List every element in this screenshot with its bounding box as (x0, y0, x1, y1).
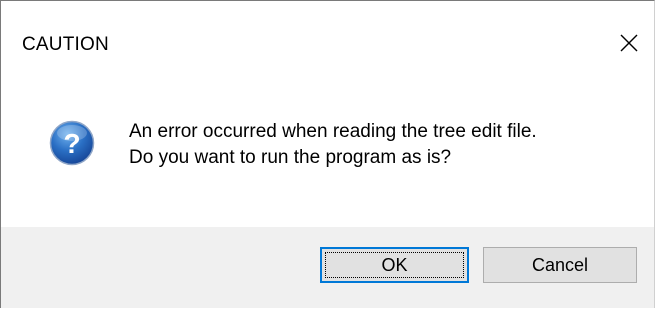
message-line-2: Do you want to run the program as is? (129, 147, 452, 168)
message-line-1: An error occurred when reading the tree … (129, 121, 537, 142)
ok-button[interactable]: OK (320, 247, 469, 283)
close-icon (620, 34, 638, 52)
cancel-button[interactable]: Cancel (483, 247, 637, 283)
close-button[interactable] (611, 25, 651, 61)
dialog-message: An error occurred when reading the tree … (129, 119, 537, 171)
button-bar: OK Cancel (1, 227, 654, 308)
cancel-button-label: Cancel (531, 254, 589, 275)
title-bar: CAUTION (1, 1, 654, 61)
dialog-content: ? An error occurred when reading the tre… (1, 61, 654, 227)
question-icon: ? (49, 120, 95, 166)
svg-text:?: ? (63, 128, 80, 159)
dialog-title: CAUTION (22, 34, 109, 55)
focus-ring (325, 252, 464, 278)
caution-dialog: CAUTION ? An error occurred when reading… (0, 0, 655, 308)
